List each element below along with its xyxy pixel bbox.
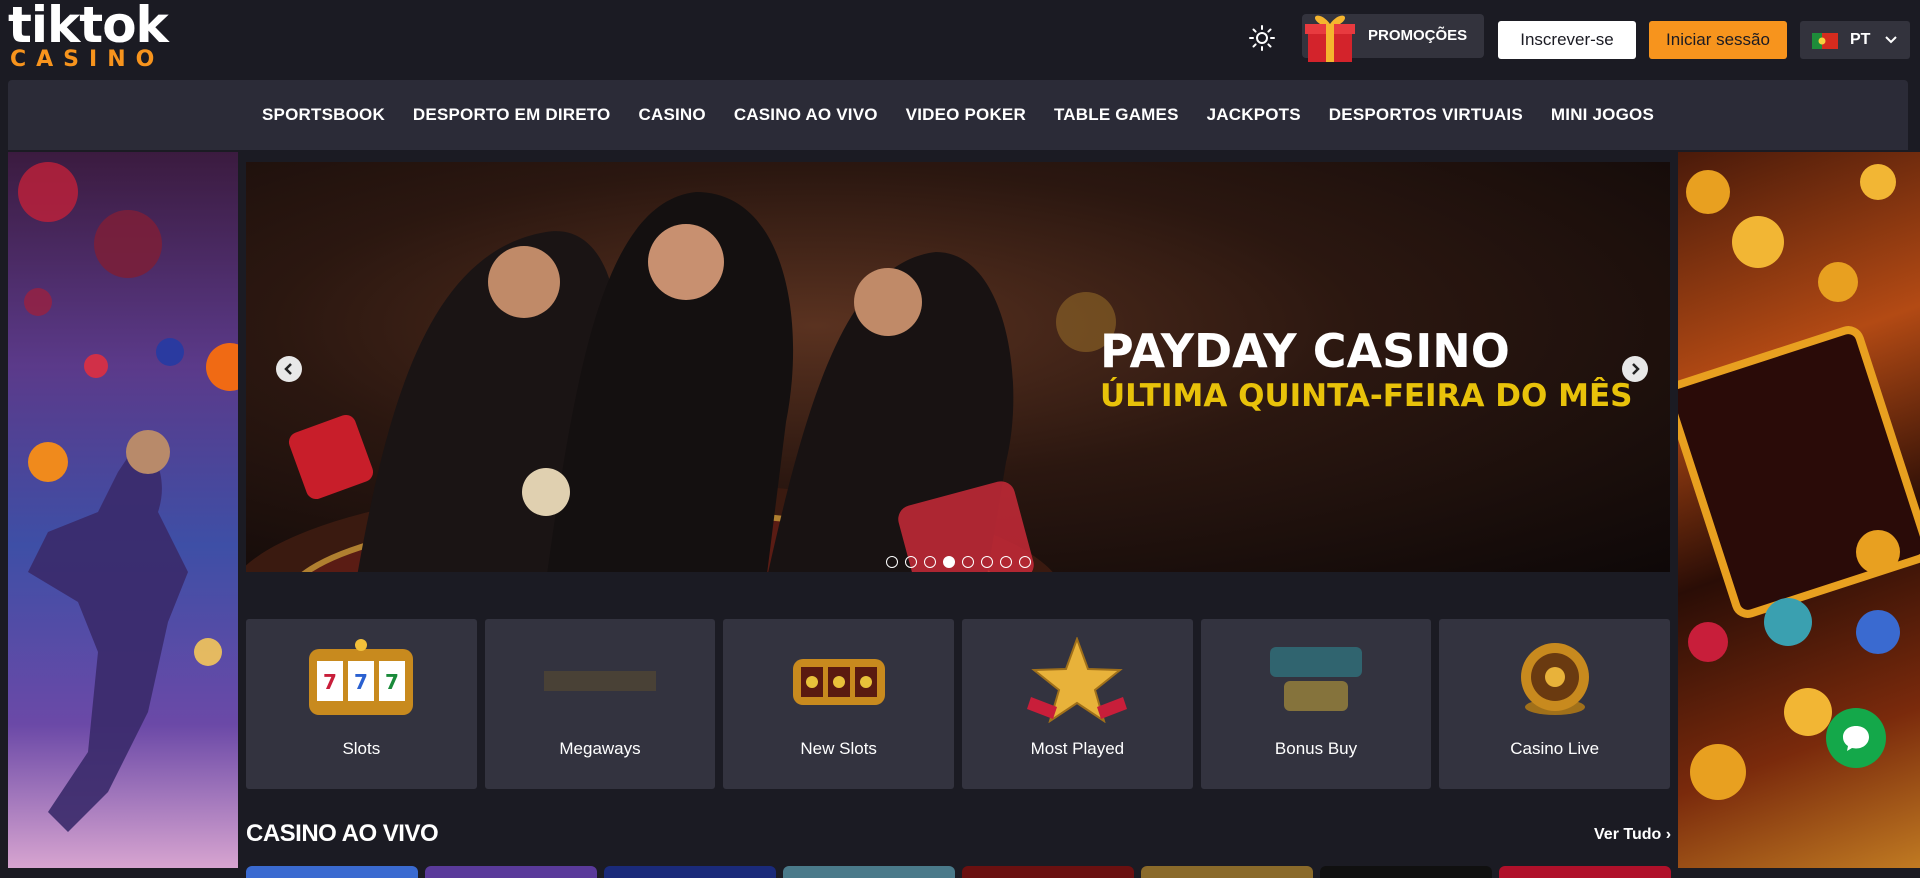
carousel-dot-active[interactable] (943, 556, 955, 568)
nav-item-virtual-sports[interactable]: DESPORTOS VIRTUAIS (1329, 105, 1523, 125)
svg-text:7: 7 (385, 670, 399, 694)
live-chat-button[interactable] (1826, 708, 1886, 768)
chevron-left-icon (284, 363, 292, 375)
right-side-banner[interactable] (1678, 152, 1920, 868)
category-card-bonus-buy[interactable]: Bonus Buy (1200, 619, 1432, 789)
main-nav: SPORTSBOOK DESPORTO EM DIRETO CASINO CAS… (8, 80, 1908, 150)
svg-text:7: 7 (354, 670, 368, 694)
game-thumbnail[interactable] (962, 866, 1134, 878)
promotions-label: PROMOÇÕES (1368, 27, 1468, 44)
nav-item-mini-games[interactable]: MINI JOGOS (1551, 105, 1654, 125)
theme-toggle-sun-icon[interactable] (1248, 24, 1276, 52)
hero-title: PAYDAY CASINO (1100, 324, 1510, 378)
game-thumbnail[interactable] (246, 866, 418, 878)
carousel-prev-button[interactable] (276, 356, 302, 382)
logo-wordmark: tiktok (8, 0, 169, 54)
carousel-dot[interactable] (1000, 556, 1012, 568)
promotions-button[interactable]: PROMOÇÕES (1302, 14, 1484, 62)
carousel-dot[interactable] (905, 556, 917, 568)
category-label: Megaways (559, 739, 641, 758)
carousel-next-button[interactable] (1622, 356, 1648, 382)
hero-subtitle: ÚLTIMA QUINTA-FEIRA DO MÊS (1100, 378, 1633, 414)
megaways-icon (544, 671, 656, 691)
language-code: PT (1850, 31, 1871, 48)
game-thumbnail[interactable] (1141, 866, 1313, 878)
category-label: Slots (342, 739, 381, 758)
roulette-icon (1520, 643, 1589, 715)
star-icon (1027, 637, 1128, 723)
carousel-dots (886, 556, 1031, 568)
game-thumbnail[interactable] (604, 866, 776, 878)
category-label: Most Played (1030, 739, 1125, 758)
carousel-dot[interactable] (962, 556, 974, 568)
game-thumbnail[interactable] (1320, 866, 1492, 878)
nav-item-live-casino[interactable]: CASINO AO VIVO (734, 105, 878, 125)
hero-carousel[interactable]: PAYDAY CASINO ÚLTIMA QUINTA-FEIRA DO MÊS (246, 162, 1670, 572)
carousel-dot[interactable] (924, 556, 936, 568)
category-label: Casino Live (1510, 739, 1600, 758)
live-casino-row (246, 866, 1671, 878)
category-card-megaways[interactable]: Megaways (484, 619, 716, 789)
game-thumbnail[interactable] (783, 866, 955, 878)
view-all-link[interactable]: Ver Tudo › (1594, 826, 1671, 844)
category-label: New Slots (800, 739, 877, 758)
category-grid: 7 7 7 Slots Megaways New Slots Most Play… (246, 619, 1671, 789)
view-all-label: Ver Tudo (1594, 826, 1662, 843)
section-title: CASINO AO VIVO (246, 820, 439, 847)
nav-item-live-sports[interactable]: DESPORTO EM DIRETO (413, 105, 611, 125)
nav-item-sportsbook[interactable]: SPORTSBOOK (262, 105, 385, 125)
chevron-down-icon (1884, 33, 1898, 47)
bonus-buy-icon (1270, 647, 1363, 711)
signup-button[interactable]: Inscrever-se (1498, 21, 1636, 59)
nav-item-video-poker[interactable]: VIDEO POKER (906, 105, 1026, 125)
site-logo[interactable]: tiktok CASINO (8, 0, 178, 74)
svg-text:7: 7 (323, 670, 337, 694)
category-card-casino-live[interactable]: Casino Live (1439, 619, 1671, 789)
carousel-dot[interactable] (1019, 556, 1031, 568)
category-card-most-played[interactable]: Most Played (962, 619, 1193, 789)
chat-bubble-icon (1843, 726, 1869, 751)
chevron-right-icon (1632, 363, 1640, 375)
logo-casino-text: CASINO (10, 47, 165, 72)
category-card-new-slots[interactable]: New Slots (723, 619, 955, 789)
gift-icon (1302, 8, 1358, 64)
new-slots-icon (792, 659, 885, 705)
carousel-dot[interactable] (981, 556, 993, 568)
game-thumbnail[interactable] (425, 866, 597, 878)
left-side-banner[interactable] (8, 152, 238, 868)
portugal-flag-icon (1812, 33, 1838, 49)
category-card-slots[interactable]: 7 7 7 Slots (246, 619, 477, 789)
game-thumbnail[interactable] (1499, 866, 1671, 878)
chevron-right-icon: › (1665, 826, 1672, 843)
carousel-dot[interactable] (886, 556, 898, 568)
category-label: Bonus Buy (1274, 739, 1358, 758)
nav-item-casino[interactable]: CASINO (638, 105, 705, 125)
slot-machine-icon: 7 7 7 (309, 639, 414, 715)
header: tiktok CASINO PROMOÇÕES Inscrever-se Ini… (0, 0, 1920, 80)
nav-item-table-games[interactable]: TABLE GAMES (1054, 105, 1179, 125)
login-button[interactable]: Iniciar sessão (1649, 21, 1787, 59)
nav-item-jackpots[interactable]: JACKPOTS (1207, 105, 1301, 125)
language-selector[interactable]: PT (1800, 21, 1910, 59)
